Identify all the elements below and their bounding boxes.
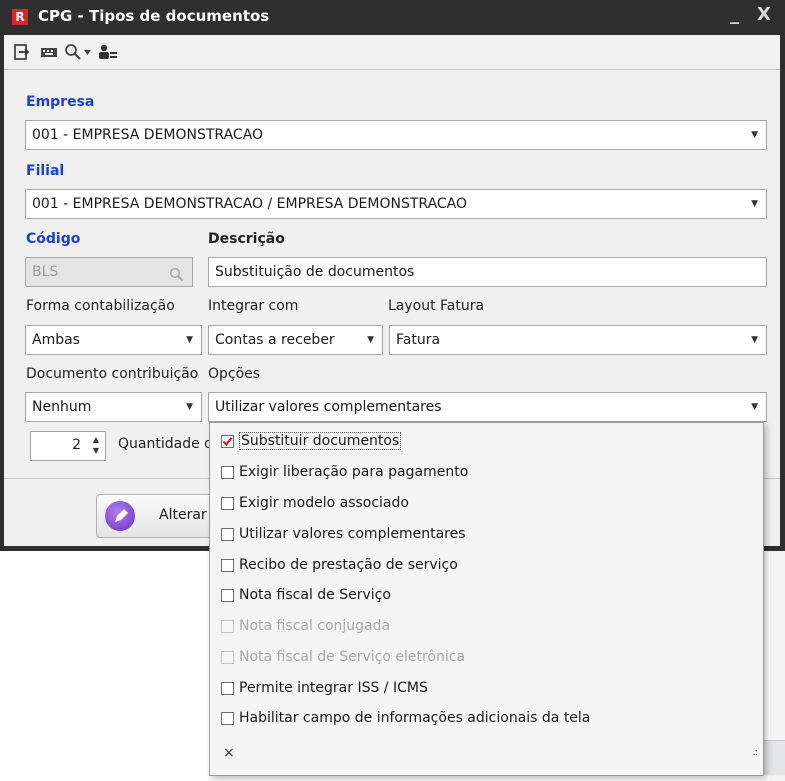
option-utilizar-valores[interactable]: Utilizar valores complementares bbox=[221, 522, 466, 546]
app-logo-icon: R bbox=[12, 9, 28, 25]
checkbox[interactable] bbox=[221, 681, 234, 695]
option-label: Substituir documentos bbox=[239, 432, 402, 450]
checkbox[interactable] bbox=[221, 465, 234, 479]
filial-label: Filial bbox=[26, 163, 65, 179]
empresa-value: 001 - EMPRESA DEMONSTRACAO bbox=[32, 127, 264, 143]
opcoes-dropdown-list: Substituir documentos Exigir liberação p… bbox=[209, 422, 764, 776]
option-permite-integrar[interactable]: Permite integrar ISS / ICMS bbox=[221, 676, 428, 700]
toolbar bbox=[4, 35, 780, 70]
opcoes-value: Utilizar valores complementares bbox=[215, 399, 442, 415]
resize-grip-icon[interactable]: .: bbox=[752, 747, 757, 758]
option-substituir-documentos[interactable]: Substituir documentos bbox=[221, 429, 402, 453]
forma-contabilizacao-value: Ambas bbox=[32, 332, 80, 348]
option-label: Nota fiscal de Serviço bbox=[239, 587, 391, 603]
chevron-down-icon: ▼ bbox=[751, 402, 758, 412]
option-nota-fiscal-servico[interactable]: Nota fiscal de Serviço bbox=[221, 583, 391, 607]
option-nota-fiscal-conjugada: Nota fiscal conjugada bbox=[221, 614, 390, 638]
dropdown-caret-icon[interactable] bbox=[84, 42, 91, 62]
option-recibo-prestacao[interactable]: Recibo de prestação de serviço bbox=[221, 553, 458, 577]
option-nota-fiscal-eletronica: Nota fiscal de Serviço eletrônica bbox=[221, 645, 465, 669]
checkbox[interactable] bbox=[221, 588, 234, 602]
option-label: Nota fiscal conjugada bbox=[239, 618, 391, 634]
users-icon[interactable] bbox=[98, 42, 118, 62]
checkbox[interactable] bbox=[221, 558, 234, 572]
opcoes-select[interactable]: Utilizar valores complementares ▼ bbox=[208, 392, 767, 422]
descricao-input[interactable]: Substituição de documentos bbox=[208, 257, 767, 287]
quantidade-value: 2 bbox=[72, 437, 81, 453]
codigo-label: Código bbox=[26, 231, 81, 247]
keyboard-icon[interactable] bbox=[40, 42, 58, 62]
integrar-com-select[interactable]: Contas a receber ▼ bbox=[208, 325, 383, 355]
background-window-edge bbox=[762, 740, 785, 775]
chevron-down-icon: ▼ bbox=[751, 130, 758, 140]
checkbox[interactable] bbox=[221, 711, 234, 725]
descricao-value: Substituição de documentos bbox=[215, 264, 415, 280]
option-label: Permite integrar ISS / ICMS bbox=[239, 680, 428, 696]
forma-contabilizacao-select[interactable]: Ambas ▼ bbox=[25, 325, 202, 355]
close-icon[interactable]: × bbox=[223, 745, 235, 761]
filial-select[interactable]: 001 - EMPRESA DEMONSTRACAO / EMPRESA DEM… bbox=[25, 189, 767, 219]
documento-contribuicao-value: Nenhum bbox=[32, 399, 92, 415]
layout-fatura-value: Fatura bbox=[396, 332, 441, 348]
exit-icon[interactable] bbox=[14, 42, 30, 62]
chevron-down-icon: ▼ bbox=[751, 335, 758, 345]
search-icon[interactable] bbox=[64, 42, 82, 62]
descricao-label: Descrição bbox=[208, 231, 285, 247]
empresa-label: Empresa bbox=[26, 94, 95, 110]
option-label: Exigir modelo associado bbox=[239, 495, 409, 511]
window-title: CPG - Tipos de documentos bbox=[38, 7, 270, 25]
documento-contribuicao-label: Documento contribuição bbox=[26, 366, 199, 382]
option-label: Utilizar valores complementares bbox=[239, 526, 466, 542]
layout-fatura-select[interactable]: Fatura ▼ bbox=[389, 325, 767, 355]
integrar-com-label: Integrar com bbox=[208, 298, 299, 314]
chevron-down-icon: ▼ bbox=[367, 335, 374, 345]
checkbox-disabled bbox=[221, 619, 234, 633]
option-habilitar-campo[interactable]: Habilitar campo de informações adicionai… bbox=[221, 706, 590, 730]
checkbox-checked[interactable] bbox=[221, 434, 234, 448]
title-bar[interactable]: R CPG - Tipos de documentos _ X bbox=[0, 0, 785, 34]
option-label: Nota fiscal de Serviço eletrônica bbox=[239, 649, 466, 665]
option-label: Habilitar campo de informações adicionai… bbox=[239, 710, 591, 726]
edit-icon bbox=[105, 501, 135, 531]
option-label: Exigir liberação para pagamento bbox=[239, 464, 469, 480]
spin-arrows-icon[interactable]: ▲ ▼ bbox=[93, 434, 99, 456]
chevron-down-icon: ▼ bbox=[186, 402, 193, 412]
filial-value: 001 - EMPRESA DEMONSTRACAO / EMPRESA DEM… bbox=[32, 196, 468, 212]
forma-contabilizacao-label: Forma contabilização bbox=[26, 298, 175, 314]
checkbox-disabled bbox=[221, 650, 234, 664]
quantidade-stepper[interactable]: 2 ▲ ▼ bbox=[30, 431, 106, 461]
layout-fatura-label: Layout Fatura bbox=[388, 298, 485, 314]
integrar-com-value: Contas a receber bbox=[215, 332, 335, 348]
checkbox[interactable] bbox=[221, 527, 234, 541]
opcoes-label: Opções bbox=[208, 366, 261, 382]
codigo-field: BLS bbox=[25, 257, 193, 287]
chevron-down-icon: ▼ bbox=[751, 199, 758, 209]
search-icon bbox=[169, 264, 184, 286]
minimize-button[interactable]: _ bbox=[730, 4, 739, 25]
option-label: Recibo de prestação de serviço bbox=[239, 557, 458, 573]
option-exigir-liberacao[interactable]: Exigir liberação para pagamento bbox=[221, 460, 468, 484]
chevron-down-icon: ▼ bbox=[186, 335, 193, 345]
codigo-value: BLS bbox=[32, 264, 59, 280]
quantidade-label: Quantidade de bbox=[118, 436, 222, 452]
close-button[interactable]: X bbox=[757, 4, 771, 25]
alterar-label: Alterar bbox=[159, 507, 207, 523]
empresa-select[interactable]: 001 - EMPRESA DEMONSTRACAO ▼ bbox=[25, 120, 767, 150]
checkbox[interactable] bbox=[221, 496, 234, 510]
documento-contribuicao-select[interactable]: Nenhum ▼ bbox=[25, 392, 202, 422]
option-exigir-modelo[interactable]: Exigir modelo associado bbox=[221, 491, 409, 515]
